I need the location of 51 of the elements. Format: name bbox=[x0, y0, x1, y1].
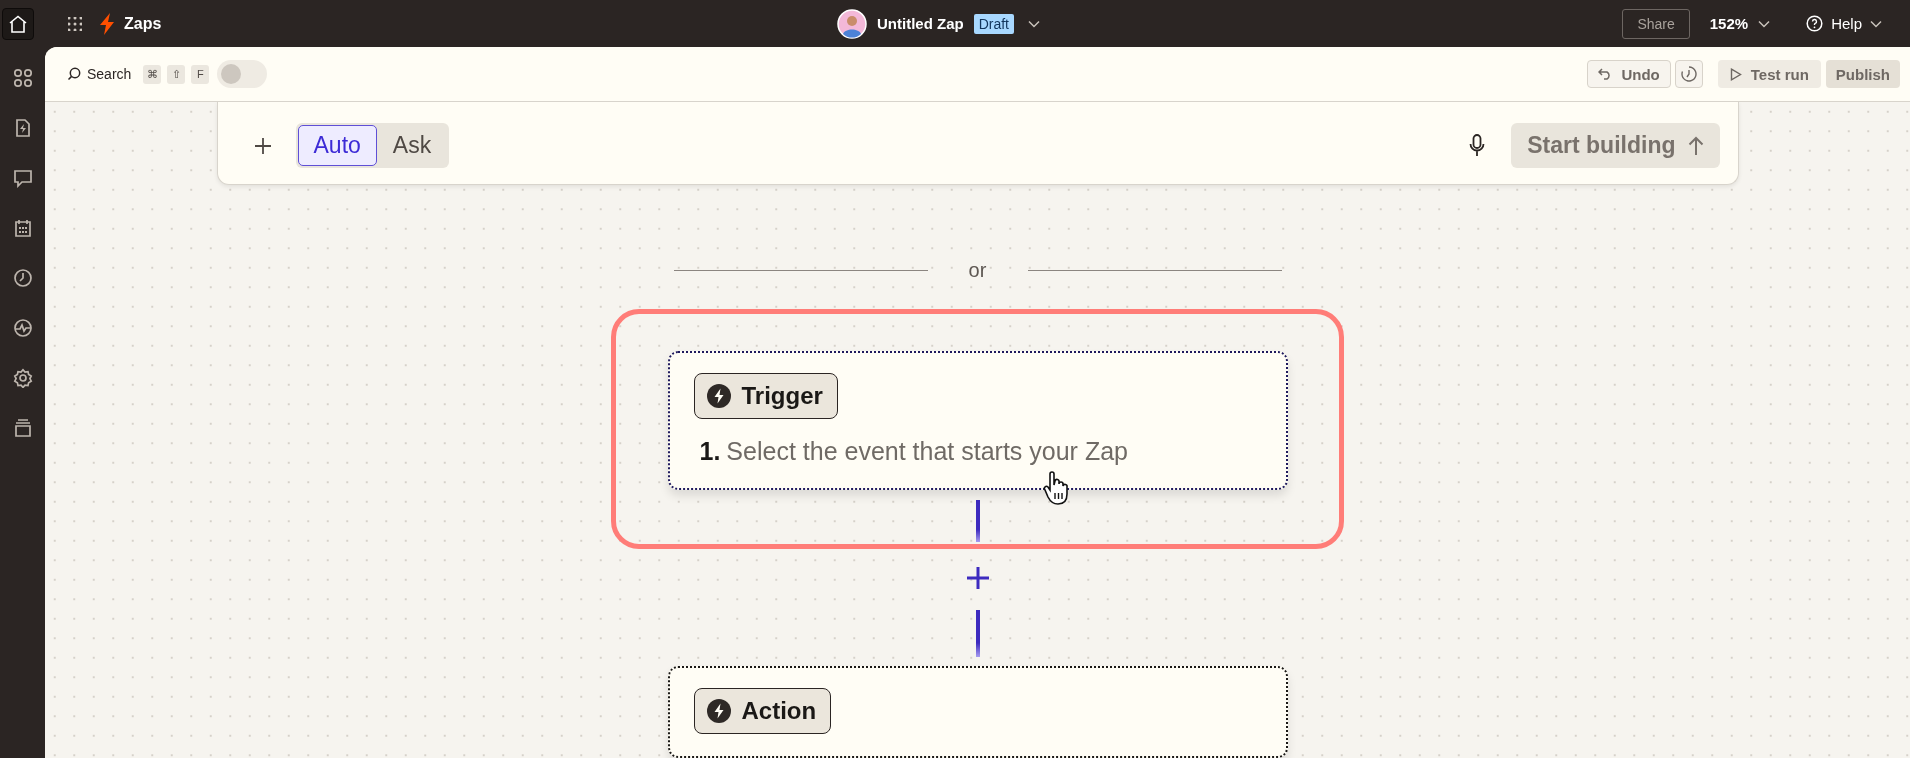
hand-cursor-icon bbox=[1041, 470, 1070, 505]
search-icon bbox=[67, 67, 81, 81]
nodes-icon[interactable] bbox=[12, 68, 33, 88]
bolt-icon bbox=[705, 382, 732, 409]
settings-icon[interactable] bbox=[12, 368, 33, 388]
draft-badge: Draft bbox=[973, 13, 1014, 34]
activity-icon[interactable] bbox=[12, 318, 33, 338]
bolt-logo-icon bbox=[100, 12, 114, 35]
undo-icon bbox=[1598, 68, 1613, 80]
zoom-dropdown[interactable]: 152% bbox=[1709, 15, 1771, 32]
home-button[interactable] bbox=[2, 7, 34, 40]
history-icon bbox=[1679, 65, 1698, 83]
avatar-icon[interactable] bbox=[837, 8, 867, 39]
zap-name[interactable]: Untitled Zap bbox=[877, 15, 964, 32]
microphone-icon[interactable] bbox=[1469, 133, 1486, 158]
toggle-switch[interactable] bbox=[217, 60, 268, 88]
search-button[interactable]: Search bbox=[67, 66, 132, 82]
chevron-down-icon bbox=[1028, 19, 1040, 28]
or-divider-label: or bbox=[967, 258, 988, 282]
apps-grid-icon[interactable] bbox=[68, 16, 82, 31]
home-icon bbox=[8, 14, 28, 33]
step-type-label: Trigger bbox=[741, 381, 823, 410]
arrow-up-icon bbox=[1687, 135, 1704, 156]
add-step-icon[interactable] bbox=[966, 566, 989, 589]
shortcut-key: F bbox=[191, 64, 210, 84]
step-card[interactable]: Action bbox=[667, 666, 1288, 758]
mode-tab[interactable]: Ask bbox=[376, 125, 448, 167]
calendar-icon[interactable] bbox=[12, 218, 33, 238]
chat-icon[interactable] bbox=[12, 168, 33, 188]
help-icon bbox=[1806, 15, 1824, 32]
test-run-button[interactable]: Test run bbox=[1717, 60, 1821, 88]
history-button[interactable] bbox=[1674, 60, 1703, 88]
shortcut-key: ⌘ bbox=[143, 64, 162, 84]
stack-icon[interactable] bbox=[12, 418, 33, 438]
step-type-label: Action bbox=[741, 697, 817, 725]
plus-icon[interactable] bbox=[253, 136, 272, 155]
zap-menu-button[interactable] bbox=[1028, 19, 1040, 28]
app-title: Zaps bbox=[124, 14, 162, 33]
mode-tab[interactable]: Auto bbox=[297, 125, 377, 167]
chevron-down-icon bbox=[1870, 19, 1882, 28]
help-button[interactable]: Help bbox=[1806, 15, 1882, 32]
start-building-button[interactable]: Start building bbox=[1511, 123, 1720, 169]
shortcut-key: ⇧ bbox=[167, 64, 186, 84]
bolt-icon bbox=[705, 698, 732, 724]
play-icon bbox=[1729, 67, 1742, 81]
publish-button[interactable]: Publish bbox=[1825, 60, 1900, 88]
undo-button[interactable]: Undo bbox=[1587, 60, 1671, 88]
chevron-down-icon bbox=[1758, 19, 1771, 28]
share-button[interactable]: Share bbox=[1622, 8, 1690, 39]
step-prompt[interactable]: 1. Select the event that starts your Zap bbox=[699, 436, 1262, 466]
clock-icon[interactable] bbox=[12, 268, 33, 288]
